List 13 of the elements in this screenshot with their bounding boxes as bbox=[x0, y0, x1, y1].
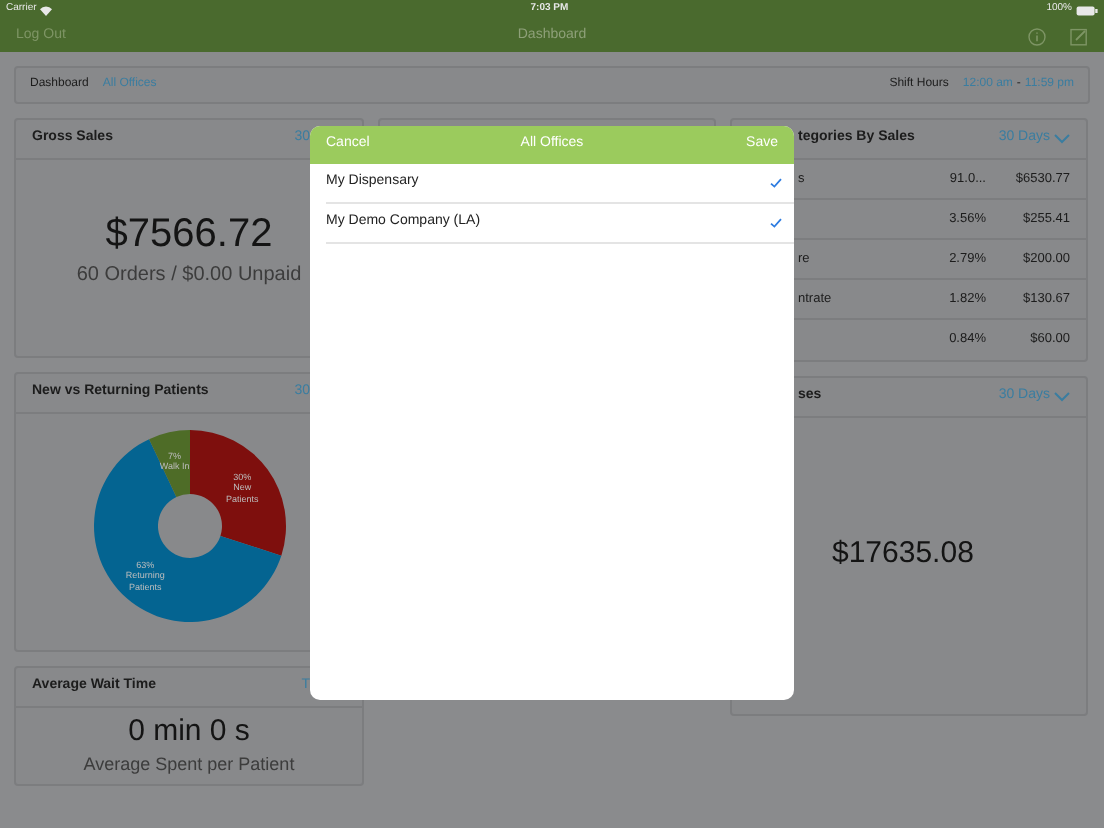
compose-icon[interactable] bbox=[1070, 27, 1088, 45]
expenses-amount: $17635.08 bbox=[832, 533, 974, 574]
chevron-down-icon bbox=[1054, 392, 1070, 402]
checkmark-icon bbox=[770, 218, 782, 228]
wait-time-subtitle: Average Spent per Patient bbox=[83, 751, 295, 778]
checkmark-icon bbox=[770, 178, 782, 188]
wait-time-value: 0 min 0 s bbox=[128, 713, 250, 752]
sales-amount: $7566.72 bbox=[105, 210, 273, 260]
info-icon[interactable] bbox=[1028, 27, 1046, 45]
battery-icon bbox=[1075, 5, 1098, 15]
sales-subtitle: 60 Orders / $0.00 Unpaid bbox=[76, 262, 302, 290]
wifi-icon bbox=[40, 5, 53, 15]
chevron-down-icon bbox=[1054, 134, 1070, 144]
